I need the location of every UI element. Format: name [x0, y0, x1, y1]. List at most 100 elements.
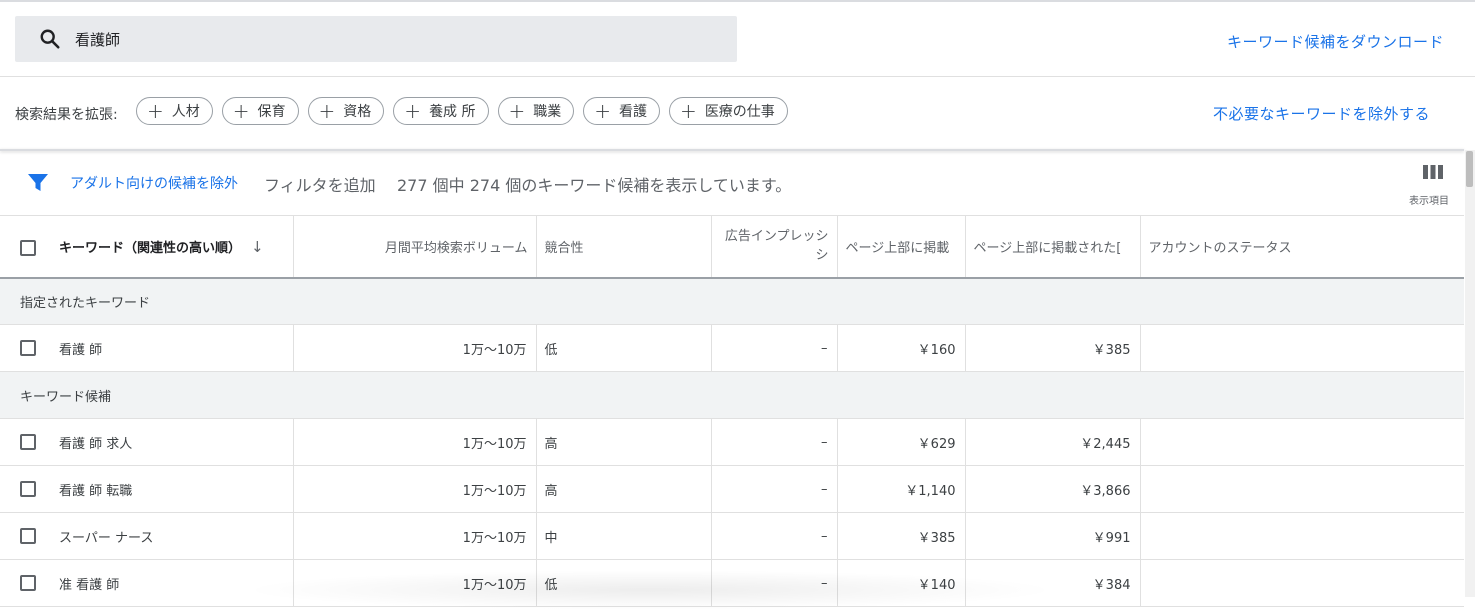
status-cell [1140, 466, 1464, 513]
plus-icon: + [147, 99, 164, 123]
status-cell [1140, 560, 1464, 607]
expand-chip[interactable]: + 職業 [497, 97, 575, 125]
group-label: 指定されたキーワード [0, 277, 1464, 325]
keyword-cell: 准 看護 師 [0, 559, 294, 607]
plus-icon: + [508, 99, 526, 123]
keyword-cell: 看護 師 転職 [0, 465, 294, 513]
row-checkbox[interactable] [20, 340, 36, 356]
chip-label: 人材 [171, 104, 200, 120]
volume-cell: 1万～10万 [293, 418, 537, 466]
row-checkbox[interactable] [20, 434, 36, 450]
competition-cell: 低 [536, 324, 712, 372]
keyword-cell: 看護 師 求人 [0, 418, 294, 466]
competition-cell: 中 [536, 512, 712, 560]
result-count-text: 277 個中 274 個のキーワード候補を表示しています。 [397, 176, 792, 195]
keyword-text: 准 看護 師 [59, 577, 120, 593]
scrollbar[interactable] [1465, 150, 1475, 597]
expand-results-label: 検索結果を拡張: [15, 107, 118, 123]
plus-icon: + [232, 99, 250, 123]
status-cell [1140, 513, 1464, 560]
divider [0, 76, 1475, 77]
expand-chip[interactable]: + 医療の仕事 [669, 97, 788, 125]
table-row: 准 看護 師 1万～10万 低 – ￥140 ￥384 [0, 559, 1464, 607]
competition-cell: 低 [536, 559, 712, 607]
chip-label: 資格 [343, 104, 372, 120]
header-impressions[interactable]: 広告インプレッシ シ [711, 215, 838, 278]
chip-label: 養成 所 [429, 104, 476, 120]
filter-icon[interactable] [27, 173, 49, 193]
exclude-keywords-link[interactable]: 不必要なキーワードを除外する [1213, 103, 1430, 124]
expand-chip[interactable]: + 看護 [583, 97, 661, 125]
search-input[interactable]: 看護師 [15, 16, 737, 62]
table-row: スーパー ナース 1万～10万 中 – ￥385 ￥991 [0, 512, 1464, 560]
chip-label: 職業 [533, 104, 562, 120]
download-keywords-link[interactable]: キーワード候補をダウンロード [1227, 31, 1444, 52]
bid-low-cell: ￥1,140 [837, 465, 966, 513]
header-account-status[interactable]: アカウントのステータス [1140, 216, 1464, 278]
impressions-cell: – [711, 559, 838, 607]
impressions-cell: – [711, 324, 838, 372]
bid-high-cell: ￥3,866 [965, 465, 1141, 513]
expand-chip[interactable]: + 保育 [221, 97, 299, 125]
expand-chip[interactable]: + 資格 [307, 97, 385, 125]
select-all-checkbox[interactable] [20, 240, 36, 256]
table-row: 看護 師 転職 1万～10万 高 – ￥1,140 ￥3,866 [0, 465, 1464, 513]
table-row: 看護 師 求人 1万～10万 高 – ￥629 ￥2,445 [0, 418, 1464, 466]
competition-cell: 高 [536, 465, 712, 513]
chip-label: 医療の仕事 [704, 104, 775, 120]
keyword-cell: 看護 師 [0, 324, 294, 372]
group-label: キーワード候補 [0, 371, 1464, 419]
status-cell [1140, 325, 1464, 372]
plus-icon: + [318, 99, 336, 123]
search-icon [40, 29, 60, 49]
sort-down-icon[interactable]: ↓ [251, 238, 264, 256]
table-header-row: キーワード（関連性の高い順） ↓ 月間平均検索ボリューム 競合性 広告インプレッシ… [0, 215, 1464, 278]
impressions-cell: – [711, 418, 838, 466]
competition-cell: 高 [536, 418, 712, 466]
exclude-adult-link[interactable]: アダルト向けの候補を除外 [70, 173, 238, 193]
group-row: 指定されたキーワード [0, 277, 1464, 325]
header-keyword-label: キーワード（関連性の高い順） [59, 240, 242, 256]
keyword-text: スーパー ナース [59, 530, 154, 546]
plus-icon: + [594, 99, 612, 123]
row-checkbox[interactable] [20, 528, 36, 544]
group-row: キーワード候補 [0, 371, 1464, 419]
header-volume[interactable]: 月間平均検索ボリューム [293, 215, 537, 278]
header-competition[interactable]: 競合性 [536, 215, 712, 278]
expand-chips: + 人材 + 保育 + 資格 + 養成 所 + 職業 + 看護 + 医療の仕事 [136, 97, 788, 125]
add-filter-button[interactable]: フィルタを追加 [264, 172, 376, 196]
table-row: 看護 師 1万～10万 低 – ￥160 ￥385 [0, 324, 1464, 372]
bid-low-cell: ￥140 [837, 559, 966, 607]
keyword-table: キーワード（関連性の高い順） ↓ 月間平均検索ボリューム 競合性 広告インプレッシ… [0, 215, 1464, 607]
columns-icon[interactable] [1423, 165, 1443, 179]
keyword-text: 看護 師 転職 [59, 483, 133, 499]
bid-high-cell: ￥384 [965, 559, 1141, 607]
header-top-bid-high[interactable]: ページ上部に掲載された[ [965, 215, 1141, 278]
keyword-text: 看護 師 求人 [59, 436, 133, 452]
expand-chip[interactable]: + 人材 [136, 97, 213, 125]
row-checkbox[interactable] [20, 481, 36, 497]
volume-cell: 1万～10万 [293, 465, 537, 513]
bid-high-cell: ￥991 [965, 512, 1141, 560]
volume-cell: 1万～10万 [293, 512, 537, 560]
header-keyword[interactable]: キーワード（関連性の高い順） ↓ [0, 215, 294, 278]
scrollbar-thumb[interactable] [1466, 151, 1473, 187]
plus-icon: + [404, 99, 422, 123]
impressions-cell: – [711, 465, 838, 513]
keyword-cell: スーパー ナース [0, 512, 294, 560]
search-value: 看護師 [75, 31, 121, 49]
chip-label: 保育 [257, 104, 286, 120]
section-divider [0, 149, 1464, 151]
chip-label: 看護 [619, 104, 648, 120]
expand-chip[interactable]: + 養成 所 [393, 97, 489, 125]
bid-low-cell: ￥160 [837, 324, 966, 372]
plus-icon: + [680, 99, 697, 123]
keyword-text: 看護 師 [59, 342, 103, 358]
row-checkbox[interactable] [20, 575, 36, 591]
header-top-bid-low[interactable]: ページ上部に掲載 [837, 215, 966, 278]
top-divider [0, 0, 1475, 2]
bid-low-cell: ￥385 [837, 512, 966, 560]
columns-label[interactable]: 表示項目 [1409, 192, 1449, 207]
impressions-cell: – [711, 512, 838, 560]
volume-cell: 1万～10万 [293, 324, 537, 372]
